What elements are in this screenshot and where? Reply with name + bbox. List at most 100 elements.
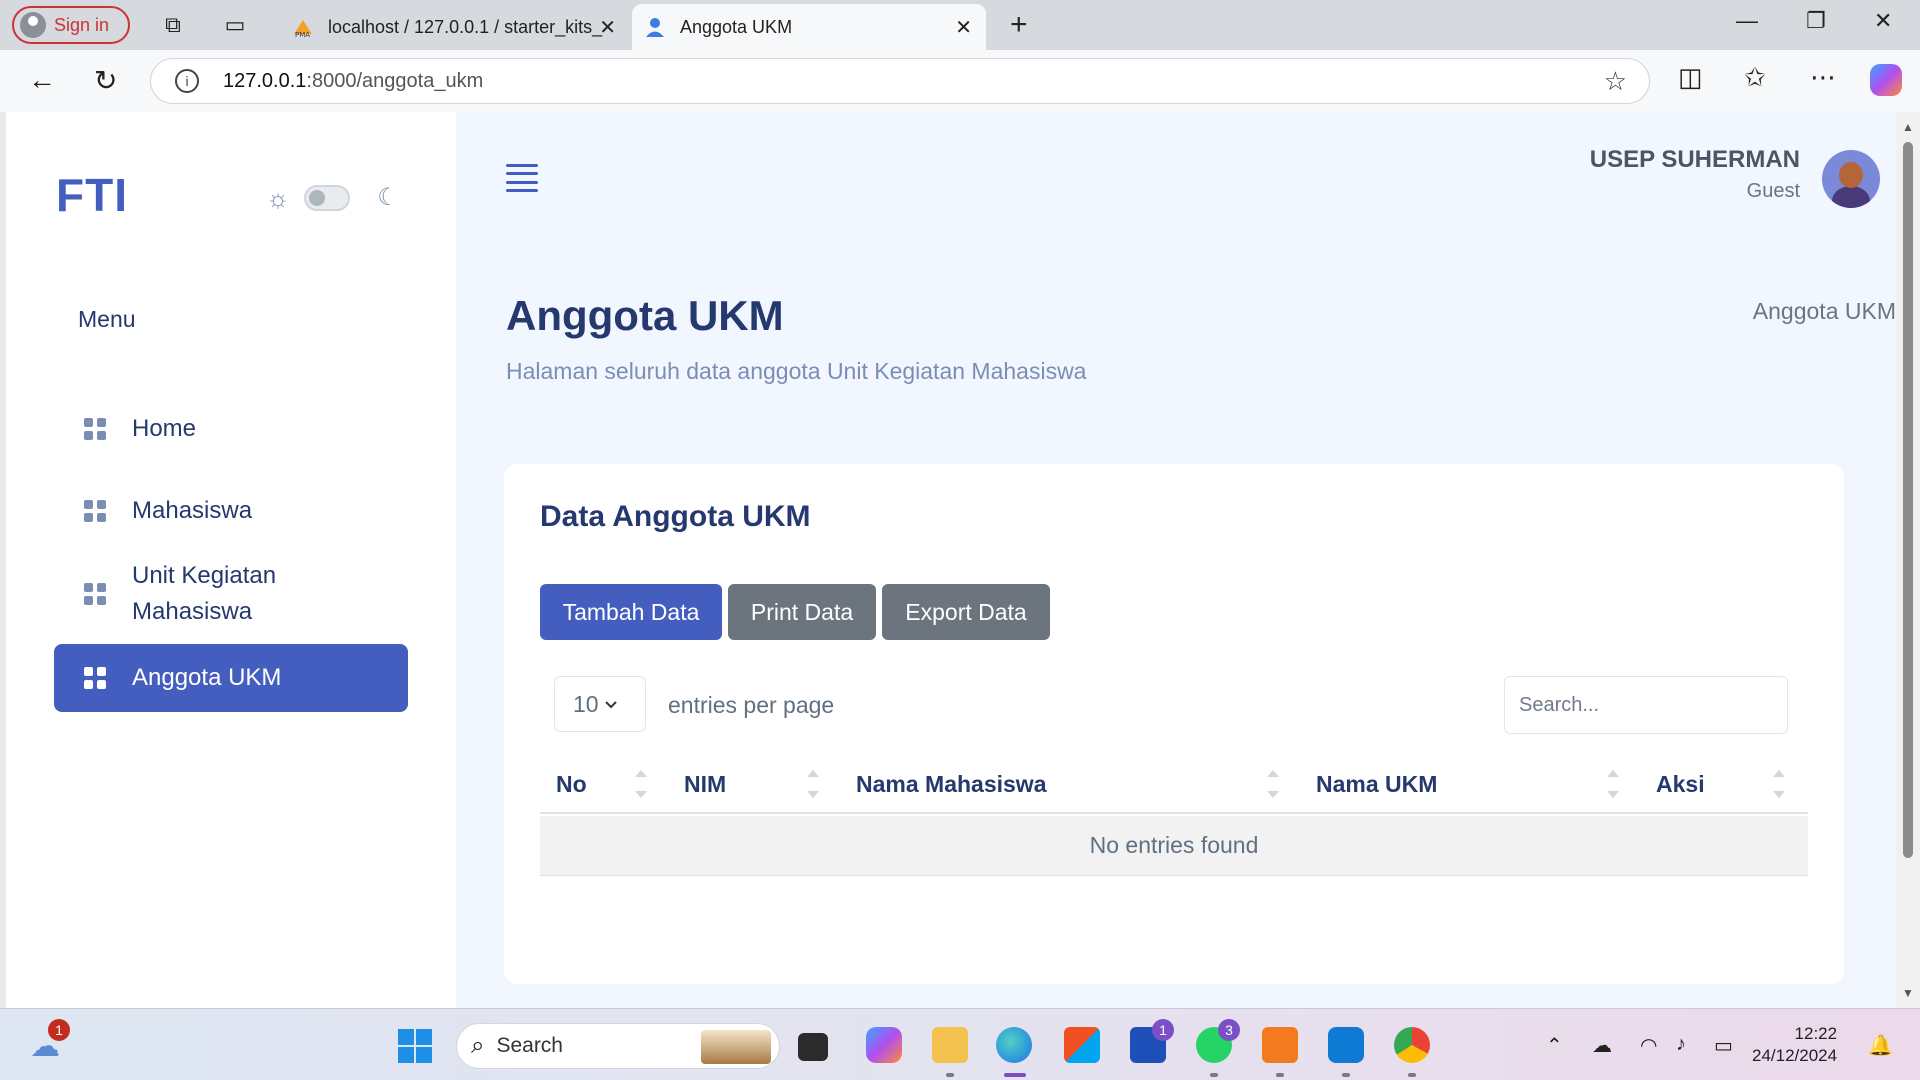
store-icon[interactable] [1064, 1027, 1100, 1063]
entries-per-page-label: entries per page [668, 692, 835, 718]
clock-time: 12:22 [1794, 1024, 1838, 1043]
search-icon: ⌕ [471, 1032, 485, 1059]
user-role: Guest [1746, 180, 1800, 202]
entries-per-page-select[interactable]: 10 [554, 676, 646, 732]
edge-browser-icon[interactable] [996, 1027, 1032, 1063]
wifi-icon[interactable]: ◠ [1640, 1033, 1657, 1058]
url-text: 127.0.0.1:8000/anggota_ukm [223, 69, 484, 92]
empty-table-message: No entries found [540, 816, 1808, 876]
person-icon [646, 18, 664, 37]
page-scrollbar[interactable]: ▲ ▼ [1896, 112, 1920, 1008]
export-data-button[interactable]: Export Data [882, 584, 1050, 640]
breadcrumb: Anggota UKM [1752, 298, 1896, 324]
sidebar-item-home[interactable]: Home [54, 396, 408, 462]
close-window-icon[interactable]: ✕ [1874, 8, 1892, 34]
favorite-star-icon[interactable]: ☆ [1604, 66, 1627, 97]
sign-in-button[interactable]: Sign in [12, 6, 130, 44]
split-screen-icon[interactable]: ◫ [1678, 62, 1703, 93]
running-indicator [1408, 1073, 1416, 1077]
copilot-app-icon[interactable] [866, 1027, 902, 1063]
svg-text:PMA: PMA [295, 31, 310, 38]
onedrive-icon[interactable]: ☁ [1592, 1033, 1612, 1058]
clock-date: 24/12/2024 [1752, 1046, 1838, 1065]
windows-start-icon[interactable] [398, 1029, 432, 1063]
notification-badge: 1 [1152, 1019, 1174, 1041]
system-clock[interactable]: 12:22 24/12/2024 [1752, 1023, 1837, 1067]
page-viewport: FTI ☼ ☾ Menu Home Mahasiswa Unit Kegiata… [6, 112, 1896, 1008]
print-data-button[interactable]: Print Data [728, 584, 876, 640]
address-toolbar: ← ↻ i 127.0.0.1:8000/anggota_ukm ☆ ◫ ✩ ⋯ [0, 50, 1920, 112]
taskbar-search[interactable]: ⌕ Search [456, 1023, 780, 1069]
site-info-icon[interactable]: i [175, 69, 199, 93]
entries-per-page-value: 10 [573, 690, 599, 717]
sidebar-item-anggota-ukm[interactable]: Anggota UKM [54, 644, 408, 712]
sort-icon[interactable] [1772, 768, 1786, 800]
sort-icon[interactable] [806, 768, 820, 800]
taskbar: ☁ 1 ⌕ Search 1 3 ⌃ ☁ ◠ ♪ ▭ 12:22 24/12/2… [0, 1008, 1920, 1080]
dark-mode-toggle[interactable] [304, 185, 350, 211]
close-tab-icon[interactable]: ✕ [955, 15, 972, 40]
sign-in-label: Sign in [54, 14, 110, 35]
scroll-up-icon[interactable]: ▲ [1902, 120, 1914, 134]
search-highlight-image [701, 1030, 771, 1064]
show-hidden-icons[interactable]: ⌃ [1546, 1033, 1563, 1058]
workspaces-icon[interactable]: ⧉ [160, 12, 186, 38]
sidebar-item-label: Home [132, 415, 197, 442]
sidebar-item-mahasiswa[interactable]: Mahasiswa [54, 478, 408, 544]
minimize-icon[interactable]: — [1736, 8, 1758, 34]
user-info[interactable]: USEP SUHERMAN Guest [1590, 146, 1800, 203]
sun-icon: ☼ [266, 183, 290, 213]
sidebar-item-label: Anggota UKM [132, 664, 282, 691]
tab-actions-icon[interactable]: ▭ [222, 12, 248, 38]
restore-icon[interactable]: ❐ [1806, 8, 1826, 34]
phpmyadmin-icon: PMA [294, 20, 312, 38]
card-title: Data Anggota UKM [540, 500, 811, 533]
user-name: USEP SUHERMAN [1589, 146, 1800, 173]
search-input[interactable] [1504, 676, 1788, 734]
vscode-icon[interactable] [1328, 1027, 1364, 1063]
more-menu-icon[interactable]: ⋯ [1810, 62, 1836, 93]
column-header-nama-mahasiswa[interactable]: Nama Mahasiswa [856, 754, 1046, 814]
copilot-icon[interactable] [1870, 64, 1902, 96]
avatar[interactable] [1822, 150, 1880, 208]
grid-icon [84, 500, 106, 522]
sidebar-item-label: Mahasiswa [132, 497, 253, 524]
sort-icon[interactable] [1266, 768, 1280, 800]
favorites-icon[interactable]: ✩ [1744, 62, 1766, 93]
running-indicator [1210, 1073, 1218, 1077]
sort-icon[interactable] [1606, 768, 1620, 800]
address-bar[interactable]: i 127.0.0.1:8000/anggota_ukm ☆ [150, 58, 1650, 104]
page-subtitle: Halaman seluruh data anggota Unit Kegiat… [506, 358, 1087, 384]
terminal-icon[interactable] [798, 1033, 828, 1061]
xampp-icon[interactable] [1262, 1027, 1298, 1063]
sidebar-item-unit-kegiatan[interactable]: Unit Kegiatan Mahasiswa [54, 546, 408, 642]
column-header-nim[interactable]: NIM [684, 754, 726, 814]
scrollbar-thumb[interactable] [1903, 142, 1913, 858]
column-header-nama-ukm[interactable]: Nama UKM [1316, 754, 1437, 814]
app-logo[interactable]: FTI [56, 168, 128, 222]
notifications-bell-icon[interactable]: 🔔 [1868, 1033, 1893, 1058]
new-tab-icon[interactable]: + [1010, 8, 1028, 42]
battery-icon[interactable]: ▭ [1714, 1033, 1733, 1058]
back-icon[interactable]: ← [28, 64, 56, 96]
theme-switcher: ☼ ☾ [264, 184, 402, 212]
add-data-button[interactable]: Tambah Data [540, 584, 722, 640]
refresh-icon[interactable]: ↻ [94, 64, 117, 97]
file-explorer-icon[interactable] [932, 1027, 968, 1063]
browser-tab-bar: Sign in ⧉ ▭ PMA localhost / 127.0.0.1 / … [0, 0, 1920, 50]
hamburger-menu-icon[interactable] [506, 164, 538, 192]
tab-phpmyadmin[interactable]: PMA localhost / 127.0.0.1 / starter_kits… [280, 4, 630, 50]
active-indicator [1004, 1073, 1026, 1077]
volume-icon[interactable]: ♪ [1676, 1033, 1686, 1056]
sort-icon[interactable] [634, 768, 648, 800]
scroll-down-icon[interactable]: ▼ [1902, 986, 1914, 1000]
close-tab-icon[interactable]: ✕ [599, 15, 616, 40]
sidebar-item-label: Unit Kegiatan Mahasiswa [132, 562, 277, 625]
column-header-no[interactable]: No [556, 754, 587, 814]
chrome-icon[interactable] [1394, 1027, 1430, 1063]
tab-title: Anggota UKM [680, 16, 793, 37]
tab-anggota-ukm[interactable]: Anggota UKM ✕ [632, 4, 986, 50]
column-header-aksi[interactable]: Aksi [1656, 754, 1705, 814]
notification-badge: 3 [1218, 1019, 1240, 1041]
chevron-down-icon [604, 701, 617, 709]
